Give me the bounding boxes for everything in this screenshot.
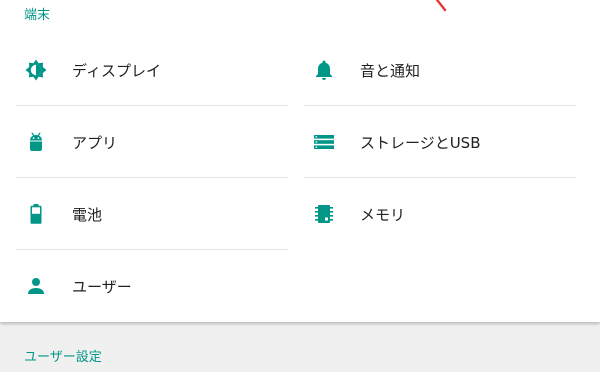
storage-icon (296, 130, 352, 154)
section-header-device: 端末 (24, 8, 51, 23)
settings-item-sound-notification[interactable]: 音と通知 (296, 34, 576, 106)
annotation-stroke (435, 0, 447, 12)
settings-item-label: 電池 (72, 205, 103, 224)
person-icon (8, 274, 64, 298)
settings-item-label: ストレージとUSB (360, 133, 481, 152)
android-icon (8, 130, 64, 154)
brightness-icon (8, 58, 64, 82)
settings-item-display[interactable]: ディスプレイ (8, 34, 288, 106)
settings-item-label: ユーザー (72, 277, 132, 296)
settings-item-memory[interactable]: メモリ (296, 178, 576, 250)
settings-item-label: メモリ (360, 205, 406, 224)
settings-item-battery[interactable]: 電池 (8, 178, 288, 250)
settings-item-label: アプリ (72, 133, 118, 152)
settings-item-storage-usb[interactable]: ストレージとUSB (296, 106, 576, 178)
settings-item-label: ディスプレイ (72, 61, 161, 80)
settings-item-apps[interactable]: アプリ (8, 106, 288, 178)
memory-chip-icon (296, 202, 352, 226)
bell-icon (296, 58, 352, 82)
settings-item-users[interactable]: ユーザー (8, 250, 288, 322)
settings-item-label: 音と通知 (360, 61, 421, 80)
device-settings-card: 端末 ディスプレイ 音と通知 アプリ ストレージとUSB 電池 メモリ ユーザー (0, 0, 600, 322)
battery-icon (8, 202, 64, 226)
section-header-user-settings: ユーザー設定 (24, 350, 102, 365)
